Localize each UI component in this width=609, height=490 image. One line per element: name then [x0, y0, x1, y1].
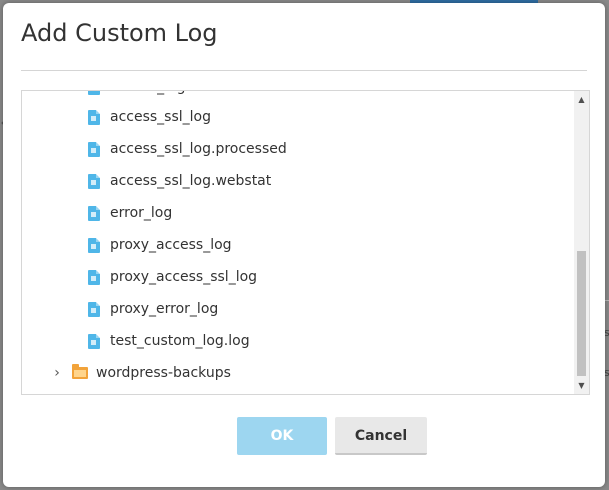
- tree-item-label: proxy_access_ssl_log: [110, 269, 258, 285]
- file-icon: [88, 91, 100, 95]
- tree-item-file[interactable]: proxy_access_log: [88, 229, 232, 261]
- tree-scrollbar[interactable]: ▲ ▼: [574, 91, 589, 394]
- tree-item-label: access_ssl_log.processed: [110, 141, 287, 157]
- tree-item-label: access_ssl_log: [110, 109, 211, 125]
- add-custom-log-dialog: Add Custom Log access_log access_ssl_log…: [3, 3, 605, 487]
- tree-item-label: access_ssl_log.webstat: [110, 173, 272, 189]
- folder-icon: [72, 364, 88, 379]
- file-icon: [88, 237, 100, 253]
- tree-item-label: access_log: [110, 91, 186, 95]
- file-icon: [88, 109, 100, 125]
- tree-item-file[interactable]: access_ssl_log: [88, 101, 211, 133]
- tree-item-folder[interactable]: › wordpress-backups: [50, 357, 231, 389]
- file-icon: [88, 269, 100, 285]
- tree-item-file[interactable]: proxy_access_ssl_log: [88, 261, 257, 293]
- tree-item-label: proxy_error_log: [110, 301, 219, 317]
- dialog-title: Add Custom Log: [21, 19, 218, 47]
- tree-item-file[interactable]: test_custom_log.log: [88, 325, 250, 357]
- tree-item-label: error_log: [110, 205, 173, 221]
- tree-item-file[interactable]: access_ssl_log.processed: [88, 133, 287, 165]
- file-icon: [88, 173, 100, 189]
- scrollbar-thumb[interactable]: [577, 251, 586, 376]
- scroll-up-arrow-icon[interactable]: ▲: [574, 93, 589, 107]
- tree-item-label: test_custom_log.log: [110, 333, 250, 349]
- cancel-button[interactable]: Cancel: [335, 417, 427, 455]
- tree-item-label: wordpress-backups: [96, 365, 231, 381]
- title-divider: [21, 70, 587, 71]
- tree-item-file[interactable]: proxy_error_log: [88, 293, 218, 325]
- tree-item-file[interactable]: access_ssl_log.webstat: [88, 165, 271, 197]
- scroll-down-arrow-icon[interactable]: ▼: [574, 379, 589, 393]
- file-icon: [88, 205, 100, 221]
- tree-item-file[interactable]: error_log: [88, 197, 172, 229]
- file-icon: [88, 141, 100, 157]
- file-icon: [88, 333, 100, 349]
- chevron-right-icon[interactable]: ›: [50, 365, 64, 381]
- tree-item-label: proxy_access_log: [110, 237, 232, 253]
- file-tree[interactable]: access_log access_ssl_log access_ssl_log…: [21, 90, 590, 395]
- ok-button[interactable]: OK: [237, 417, 327, 455]
- file-icon: [88, 301, 100, 317]
